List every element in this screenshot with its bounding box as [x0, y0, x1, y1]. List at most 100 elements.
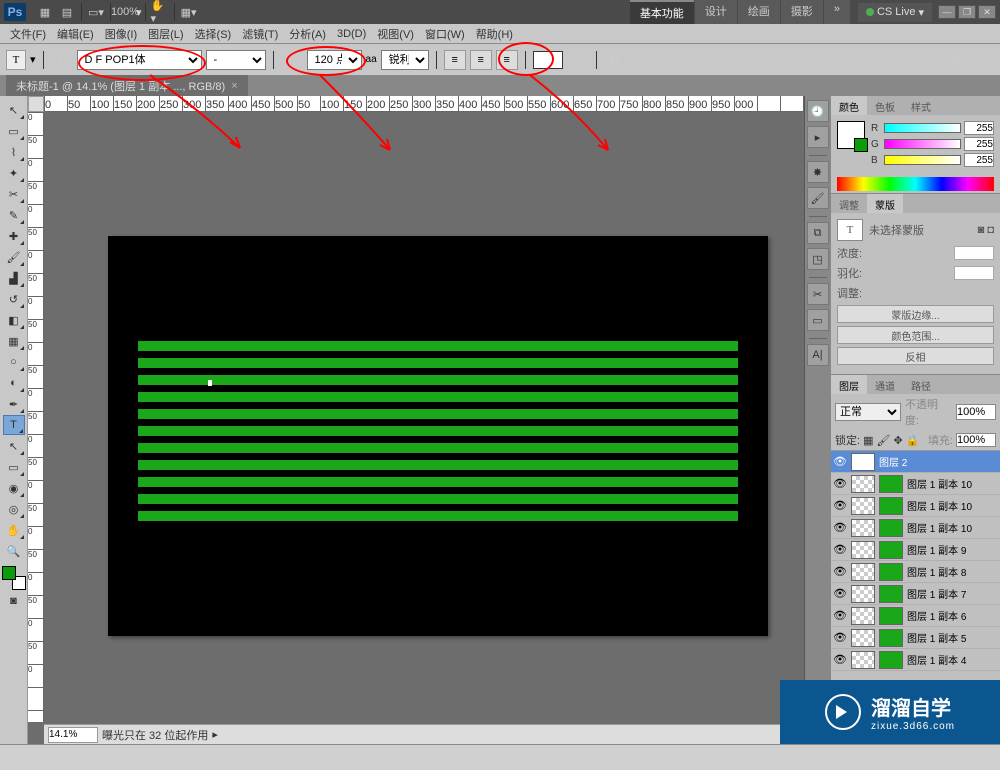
visibility-icon[interactable]: 👁 — [833, 609, 847, 623]
cs-live[interactable]: CS Live▾ — [858, 3, 932, 22]
tab-layers[interactable]: 图层 — [831, 375, 867, 394]
layer-row[interactable]: 👁T图层 2 — [831, 451, 1000, 473]
layer-list[interactable]: 👁T图层 2👁图层 1 副本 10👁图层 1 副本 10👁图层 1 副本 10👁… — [831, 451, 1000, 671]
document-canvas[interactable] — [108, 236, 768, 636]
menu-3d[interactable]: 3D(D) — [333, 26, 370, 42]
workspace-more[interactable]: » — [824, 0, 850, 24]
align-right-button[interactable]: ≡ — [496, 50, 518, 70]
cancel-icon[interactable]: ⊘ — [948, 51, 966, 69]
restore-button[interactable]: ❐ — [958, 5, 976, 19]
b-input[interactable] — [964, 153, 994, 167]
char-icon[interactable]: A| — [807, 344, 829, 366]
font-family-select[interactable]: D F POP1体 — [77, 50, 202, 70]
close-tab-icon[interactable]: × — [231, 80, 237, 92]
menu-view[interactable]: 视图(V) — [373, 24, 418, 44]
warp-icon[interactable]: ⬚ — [569, 51, 587, 69]
ruler-horizontal[interactable]: 0501001502002503003504004505005010015020… — [44, 96, 804, 112]
font-size-select[interactable]: 120 点 — [307, 50, 362, 70]
layer-row[interactable]: 👁图层 1 副本 10 — [831, 495, 1000, 517]
r-input[interactable] — [964, 121, 994, 135]
gradient-tool[interactable]: ▦ — [3, 331, 25, 351]
layer-name[interactable]: 图层 1 副本 10 — [907, 476, 972, 491]
zoom-tool[interactable]: 🔍 — [3, 541, 25, 561]
lock-paint-icon[interactable]: 🖌 — [876, 434, 890, 447]
brush-tool[interactable]: 🖌 — [3, 247, 25, 267]
move-tool[interactable]: ↖ — [3, 100, 25, 120]
color-swatches[interactable] — [2, 566, 26, 590]
fill-input[interactable] — [956, 433, 996, 447]
visibility-icon[interactable]: 👁 — [833, 631, 847, 645]
hand-icon[interactable]: ✋▾ — [151, 3, 169, 21]
invert-button[interactable]: 反相 — [837, 347, 994, 365]
layer-row[interactable]: 👁 图层 1 副本 6 — [831, 605, 1000, 627]
ruler-vertical[interactable]: 0500500500500500500500500500500500500 — [28, 112, 44, 722]
workspace-switcher[interactable]: 基本功能 设计 绘画 摄影 » — [630, 0, 850, 24]
menu-filter[interactable]: 滤镜(T) — [238, 24, 282, 44]
tab-paths[interactable]: 路径 — [903, 375, 939, 394]
g-slider[interactable] — [884, 139, 961, 149]
char-panel-icon[interactable]: ▤ — [606, 51, 624, 69]
layer-name[interactable]: 图层 1 副本 5 — [907, 630, 966, 645]
b-slider[interactable] — [884, 155, 961, 165]
commit-icon[interactable]: ✓ — [974, 51, 992, 69]
document-tab[interactable]: 未标题-1 @ 14.1% (图层 1 副本 ..., RGB/8)× — [6, 75, 248, 97]
zoom-input[interactable] — [48, 727, 98, 743]
layer-name[interactable]: 图层 1 副本 7 — [907, 586, 966, 601]
layer-row[interactable]: 👁图层 1 副本 9 — [831, 539, 1000, 561]
foreground-swatch[interactable] — [2, 566, 16, 580]
visibility-icon[interactable]: 👁 — [833, 565, 847, 579]
layer-row[interactable]: 👁 图层 1 副本 10 — [831, 517, 1000, 539]
tab-channels[interactable]: 通道 — [867, 375, 903, 394]
layer-row[interactable]: 👁图层 1 副本 10 — [831, 473, 1000, 495]
crop-tool[interactable]: ✂ — [3, 184, 25, 204]
mask-edge-button[interactable]: 蒙版边缘... — [837, 305, 994, 323]
layer-row[interactable]: 👁 图层 1 副本 5 — [831, 627, 1000, 649]
text-color-chip[interactable] — [533, 51, 563, 69]
tab-adjust[interactable]: 调整 — [831, 194, 867, 213]
pen-tool[interactable]: ✒ — [3, 394, 25, 414]
hand-tool[interactable]: ✋ — [3, 520, 25, 540]
close-button[interactable]: ✕ — [978, 5, 996, 19]
menu-layer[interactable]: 图层(L) — [144, 24, 187, 44]
layer-name[interactable]: 图层 1 副本 9 — [907, 542, 966, 557]
layer-name[interactable]: 图层 1 副本 6 — [907, 608, 966, 623]
layer-name[interactable]: 图层 2 — [879, 454, 907, 469]
lock-pos-icon[interactable]: ✥ — [893, 434, 902, 447]
visibility-icon[interactable]: 👁 — [833, 587, 847, 601]
visibility-icon[interactable]: 👁 — [833, 499, 847, 513]
workspace-photo[interactable]: 摄影 — [781, 0, 823, 24]
eraser-tool[interactable]: ◧ — [3, 310, 25, 330]
layer-name[interactable]: 图层 1 副本 10 — [907, 520, 972, 535]
canvas-area[interactable]: 0501001502002503003504004505005010015020… — [28, 96, 804, 744]
tab-styles[interactable]: 样式 — [903, 96, 939, 115]
g-input[interactable] — [964, 137, 994, 151]
tab-mask[interactable]: 蒙版 — [867, 194, 903, 213]
workspace-design[interactable]: 设计 — [695, 0, 737, 24]
layer-row[interactable]: 👁图层 1 副本 4 — [831, 649, 1000, 671]
menu-edit[interactable]: 编辑(E) — [53, 24, 98, 44]
tool-preset[interactable]: T — [6, 50, 26, 70]
lock-all-icon[interactable]: 🔒 — [906, 434, 920, 447]
blur-tool[interactable]: ○ — [3, 352, 25, 372]
spectrum-bar[interactable] — [837, 177, 994, 191]
dodge-tool[interactable]: ◐ — [3, 373, 25, 393]
visibility-icon[interactable]: 👁 — [833, 521, 847, 535]
blend-mode-select[interactable]: 正常 — [835, 403, 901, 421]
color-range-button[interactable]: 颜色范围... — [837, 326, 994, 344]
lasso-tool[interactable]: ⌇ — [3, 142, 25, 162]
bridge-icon[interactable]: ▦ — [36, 3, 54, 21]
layer-name[interactable]: 图层 1 副本 8 — [907, 564, 966, 579]
zoom-level[interactable]: 100% — [116, 3, 134, 21]
workspace-paint[interactable]: 绘画 — [738, 0, 780, 24]
tool-presets-icon[interactable]: ✂ — [807, 283, 829, 305]
align-center-button[interactable]: ≡ — [470, 50, 492, 70]
menu-analysis[interactable]: 分析(A) — [285, 24, 330, 44]
minimize-button[interactable]: — — [938, 5, 956, 19]
antialias-select[interactable]: 锐利 — [381, 50, 429, 70]
stamp-tool[interactable]: ▟ — [3, 268, 25, 288]
nav-icon[interactable]: ◳ — [807, 248, 829, 270]
menu-image[interactable]: 图像(I) — [101, 24, 141, 44]
r-slider[interactable] — [884, 123, 961, 133]
heal-tool[interactable]: ✚ — [3, 226, 25, 246]
visibility-icon[interactable]: 👁 — [833, 455, 847, 469]
